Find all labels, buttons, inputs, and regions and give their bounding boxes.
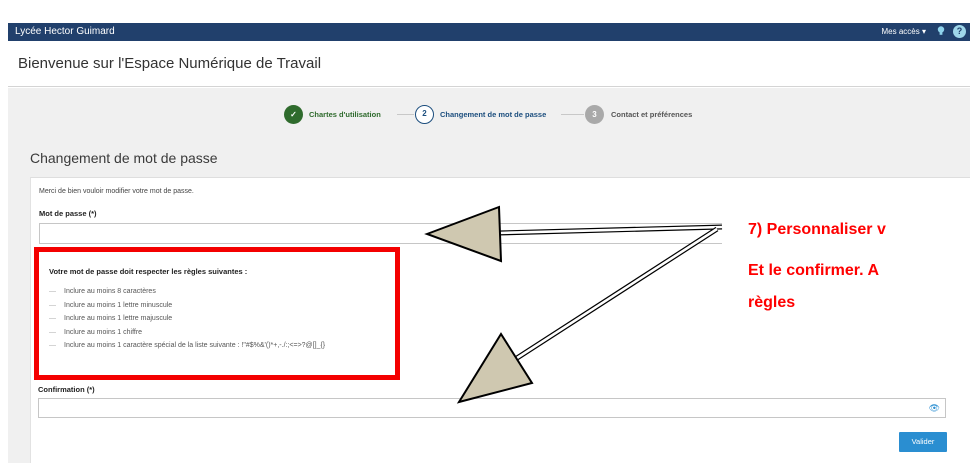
rule-item: — Inclure au moins 8 caractères — [49, 288, 156, 295]
access-menu[interactable]: Mes accès ▾ — [882, 27, 926, 36]
school-name[interactable]: Lycée Hector Guimard — [15, 26, 115, 37]
rules-title: Votre mot de passe doit respecter les rè… — [49, 267, 248, 276]
section-title: Changement de mot de passe — [30, 150, 218, 166]
rule-item: — Inclure au moins 1 chiffre — [49, 328, 143, 336]
rules-list: — Inclure au moins 8 caractères — Inclure … — [49, 288, 325, 356]
confirm-input[interactable]: 👁 — [38, 398, 946, 418]
confirm-label: Confirmation (*) — [38, 385, 95, 394]
help-icon[interactable]: ? — [953, 25, 966, 38]
stepper-connector — [561, 114, 584, 115]
rule-item: — Inclure au moins 1 lettre majuscule — [49, 315, 173, 322]
page: Lycée Hector Guimard Mes accès ▾ ? Bienv… — [0, 0, 970, 463]
annotation-line-3: règles — [748, 294, 796, 311]
step-1-label: Chartes d'utilisation — [309, 110, 381, 119]
top-bar: Lycée Hector Guimard Mes accès ▾ ? — [8, 23, 970, 41]
annotation-line-2: Et le confirmer. A — [748, 262, 879, 279]
submit-button[interactable]: Valider — [899, 432, 947, 452]
annotation-line-1: 7) Personnaliser v — [748, 221, 886, 238]
lightbulb-icon[interactable] — [937, 26, 945, 36]
password-label: Mot de passe (*) — [39, 209, 97, 218]
password-rules-highlight: Votre mot de passe doit respecter les rè… — [34, 247, 400, 380]
stepper: ✓ Chartes d'utilisation 2 Changement de … — [284, 105, 714, 125]
rule-item: — Inclure au moins 1 caractère spécial de… — [49, 342, 326, 349]
stepper-connector — [397, 114, 414, 115]
step-2-label: Changement de mot de passe — [440, 110, 547, 119]
step-3-number: 3 — [585, 105, 604, 124]
welcome-bar: Bienvenue sur l'Espace Numérique de Trav… — [8, 41, 970, 87]
welcome-title: Bienvenue sur l'Espace Numérique de Trav… — [18, 55, 322, 72]
step-3-label: Contact et préférences — [611, 110, 693, 119]
step-2-number: 2 — [415, 105, 434, 124]
eye-icon[interactable]: 👁 — [929, 403, 940, 414]
intro-text: Merci de bien vouloir modifier votre mot… — [39, 188, 194, 195]
rule-item: — Inclure au moins 1 lettre minuscule — [49, 301, 173, 309]
step-1-check-icon: ✓ — [284, 105, 303, 124]
